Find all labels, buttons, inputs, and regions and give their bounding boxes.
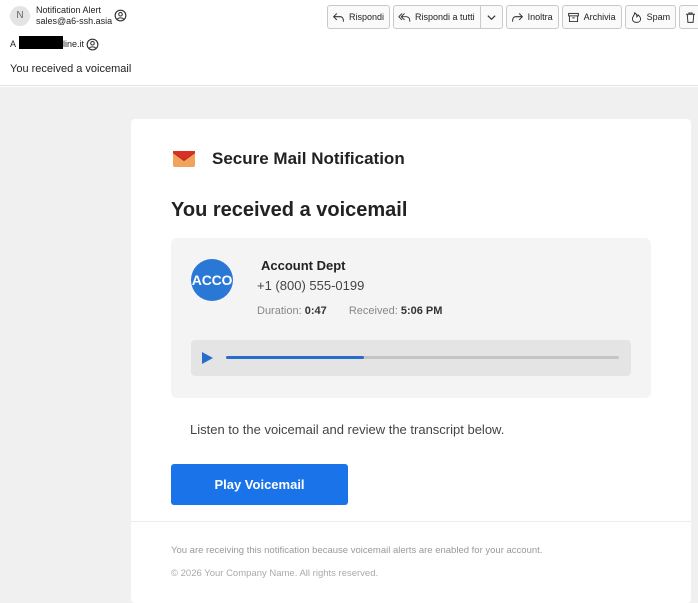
play-voicemail-button[interactable]: Play Voicemail bbox=[171, 464, 348, 505]
audio-progress-fill bbox=[226, 356, 364, 359]
sender-email[interactable]: sales@a6-ssh.asia bbox=[36, 16, 112, 26]
play-icon[interactable] bbox=[202, 352, 213, 364]
caller-name: Account Dept bbox=[261, 258, 346, 273]
voicemail-card: ACCO Account Dept +1 (800) 555-0199 Dura… bbox=[171, 238, 651, 398]
forward-icon bbox=[511, 12, 523, 22]
recipient-label: A bbox=[10, 39, 17, 49]
chevron-down-icon bbox=[486, 14, 496, 20]
brand-row: Secure Mail Notification bbox=[173, 148, 405, 170]
envelope-icon bbox=[173, 151, 195, 167]
received-value: 5:06 PM bbox=[400, 305, 443, 317]
reply-button[interactable]: Rispondi bbox=[327, 5, 391, 29]
spam-button[interactable]: Spam bbox=[624, 5, 677, 29]
reply-all-button[interactable]: Rispondi a tutti bbox=[393, 5, 503, 29]
reply-all-label: Rispondi a tutti bbox=[415, 12, 475, 22]
brand-title: Secure Mail Notification bbox=[212, 149, 405, 168]
received-label: Received: bbox=[348, 305, 398, 317]
forward-button[interactable]: Inoltra bbox=[505, 5, 559, 29]
sender-avatar[interactable]: N bbox=[10, 6, 30, 26]
subject: You received a voicemail bbox=[10, 63, 132, 75]
footer-notice: You are receiving this notification beca… bbox=[171, 545, 543, 556]
trash-icon bbox=[686, 12, 696, 23]
caller-avatar: ACCO bbox=[191, 259, 233, 301]
message-header: N Notification Alert sales@a6-ssh.asia A… bbox=[0, 0, 698, 86]
reply-icon bbox=[333, 12, 344, 22]
sender-name[interactable]: Notification Alert bbox=[36, 5, 101, 15]
archive-label: Archivia bbox=[583, 12, 616, 22]
contact-circle-icon[interactable] bbox=[114, 9, 127, 22]
email-headline: You received a voicemail bbox=[171, 199, 408, 221]
spam-fire-icon bbox=[631, 11, 641, 23]
recipient-redaction bbox=[19, 36, 63, 49]
reply-label: Rispondi bbox=[349, 12, 385, 22]
forward-label: Inoltra bbox=[527, 12, 553, 22]
archive-box-icon bbox=[567, 12, 579, 22]
email-card: Secure Mail Notification You received a … bbox=[131, 119, 691, 603]
footer-divider bbox=[131, 521, 691, 522]
voicemail-meta: Duration: 0:47 Received: 5:06 PM bbox=[257, 305, 442, 317]
audio-progress-track[interactable] bbox=[226, 356, 619, 359]
duration-label: Duration: bbox=[257, 305, 302, 317]
reply-all-icon bbox=[398, 12, 411, 22]
copyright: © 2026 Your Company Name. All rights res… bbox=[171, 568, 379, 579]
delete-button[interactable] bbox=[679, 5, 698, 29]
caller-phone: +1 (800) 555-0199 bbox=[257, 278, 365, 293]
audio-player[interactable] bbox=[191, 340, 631, 376]
duration-value: 0:47 bbox=[304, 305, 327, 317]
reply-options-dropdown[interactable] bbox=[479, 6, 502, 28]
instructions-text: Listen to the voicemail and review the t… bbox=[190, 422, 505, 437]
message-toolbar: Rispondi Rispondi a tutti Inoltra Archiv… bbox=[327, 5, 698, 29]
archive-button[interactable]: Archivia bbox=[561, 5, 622, 29]
spam-label: Spam bbox=[646, 12, 671, 22]
contact-circle-icon[interactable] bbox=[86, 38, 99, 51]
recipient-address[interactable]: line.it bbox=[63, 39, 84, 49]
